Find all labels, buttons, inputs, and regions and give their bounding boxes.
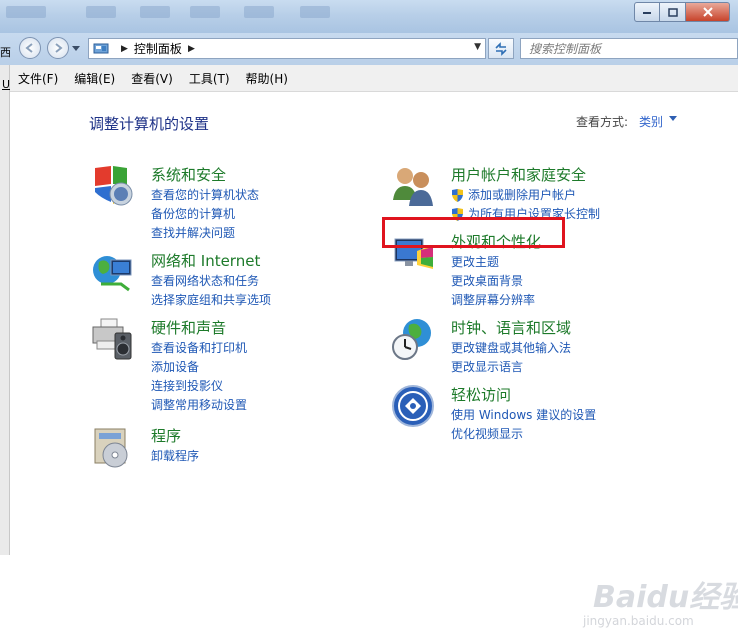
breadcrumb-control-panel[interactable]: 控制面板 [134, 40, 182, 57]
breadcrumb-separator[interactable]: ▶ [188, 44, 195, 54]
view-by-chevron-down-icon[interactable] [669, 116, 677, 121]
menu-view[interactable]: 查看(V) [123, 70, 181, 87]
menu-bar: 文件(F) 编辑(E) 查看(V) 工具(T) 帮助(H) [10, 65, 738, 92]
program-disk-icon[interactable] [91, 425, 135, 469]
link-mobility-settings[interactable]: 调整常用移动设置 [151, 396, 247, 415]
menu-help[interactable]: 帮助(H) [238, 70, 296, 87]
menu-edit[interactable]: 编辑(E) [66, 70, 123, 87]
back-button[interactable] [19, 37, 41, 59]
refresh-button[interactable] [488, 38, 514, 59]
menu-file[interactable]: 文件(F) [10, 70, 66, 87]
link-change-desktop-background[interactable]: 更改桌面背景 [451, 272, 535, 291]
link-add-remove-accounts[interactable]: 添加或删除用户帐户 [451, 186, 600, 205]
menu-tools[interactable]: 工具(T) [181, 70, 238, 87]
arrow-left-icon [25, 43, 33, 53]
uac-shield-icon [452, 189, 463, 202]
arrow-right-icon [55, 43, 63, 53]
breadcrumb-separator: ▶ [121, 43, 128, 54]
link-troubleshoot[interactable]: 查找并解决问题 [151, 224, 259, 243]
users-icon[interactable] [391, 164, 435, 208]
category-title[interactable]: 网络和 Internet [151, 250, 260, 271]
category-title[interactable]: 轻松访问 [451, 384, 511, 405]
maximize-button[interactable] [660, 2, 686, 22]
globe-network-icon[interactable] [91, 250, 135, 294]
refresh-icon [495, 41, 507, 56]
background-window-strip [0, 65, 10, 555]
category-title[interactable]: 时钟、语言和区域 [451, 317, 571, 338]
category-title[interactable]: 系统和安全 [151, 164, 226, 185]
title-bar [0, 0, 738, 33]
link-optimize-visual-display[interactable]: 优化视频显示 [451, 425, 596, 444]
link-add-device[interactable]: 添加设备 [151, 358, 247, 377]
control-panel-content: 调整计算机的设置 查看方式: 类别 系统和安全 查看您的计算机状态 备份您的计算… [11, 92, 738, 628]
link-change-theme[interactable]: 更改主题 [451, 253, 535, 272]
category-title[interactable]: 硬件和声音 [151, 317, 226, 338]
view-by-dropdown[interactable]: 类别 [639, 113, 663, 130]
window-controls [634, 2, 730, 24]
background-window-titles [0, 6, 360, 22]
close-icon [702, 7, 713, 17]
page-title: 调整计算机的设置 [89, 115, 210, 133]
printer-speaker-icon[interactable] [91, 317, 135, 361]
link-devices-printers[interactable]: 查看设备和打印机 [151, 339, 247, 358]
category-title[interactable]: 程序 [151, 425, 181, 446]
link-recommended-settings[interactable]: 使用 Windows 建议的设置 [451, 406, 596, 425]
highlight-annotation-box [382, 217, 565, 248]
forward-button[interactable] [47, 37, 69, 59]
link-network-status[interactable]: 查看网络状态和任务 [151, 272, 271, 291]
recent-pages-chevron-icon[interactable] [72, 46, 80, 52]
link-view-computer-status[interactable]: 查看您的计算机状态 [151, 186, 259, 205]
ease-of-access-icon[interactable] [391, 384, 435, 428]
link-change-display-language[interactable]: 更改显示语言 [451, 358, 571, 377]
watermark-url: jingyan.baidu.com [583, 614, 694, 628]
search-box[interactable] [520, 38, 738, 59]
link-connect-projector[interactable]: 连接到投影仪 [151, 377, 247, 396]
category-title[interactable]: 用户帐户和家庭安全 [451, 164, 586, 185]
link-uninstall-program[interactable]: 卸载程序 [151, 447, 199, 466]
link-adjust-resolution[interactable]: 调整屏幕分辨率 [451, 291, 535, 310]
link-homegroup-sharing[interactable]: 选择家庭组和共享选项 [151, 291, 271, 310]
minimize-icon [643, 12, 651, 14]
clock-globe-icon[interactable] [391, 317, 435, 361]
control-panel-icon [93, 43, 109, 53]
link-backup-computer[interactable]: 备份您的计算机 [151, 205, 259, 224]
view-by-label: 查看方式: [576, 115, 629, 129]
address-dropdown-icon[interactable]: ▼ [474, 42, 481, 52]
close-button[interactable] [686, 2, 730, 22]
baidu-watermark: Baidu经验 jingyan.baidu.com [571, 572, 738, 642]
background-window-edge-text: 西 [0, 46, 11, 59]
maximize-icon [667, 7, 678, 17]
link-text: 添加或删除用户帐户 [468, 188, 577, 202]
address-bar[interactable]: ▶ 控制面板 ▶ ▼ [88, 38, 486, 59]
navigation-bar: ▶ 控制面板 ▶ ▼ [0, 33, 738, 65]
minimize-button[interactable] [634, 2, 660, 22]
background-window-letter: U [2, 78, 11, 91]
link-change-keyboard-input[interactable]: 更改键盘或其他输入法 [451, 339, 571, 358]
search-input[interactable] [527, 40, 721, 57]
watermark-brand: Baidu经验 [593, 580, 738, 615]
shield-computer-icon[interactable] [91, 164, 135, 208]
